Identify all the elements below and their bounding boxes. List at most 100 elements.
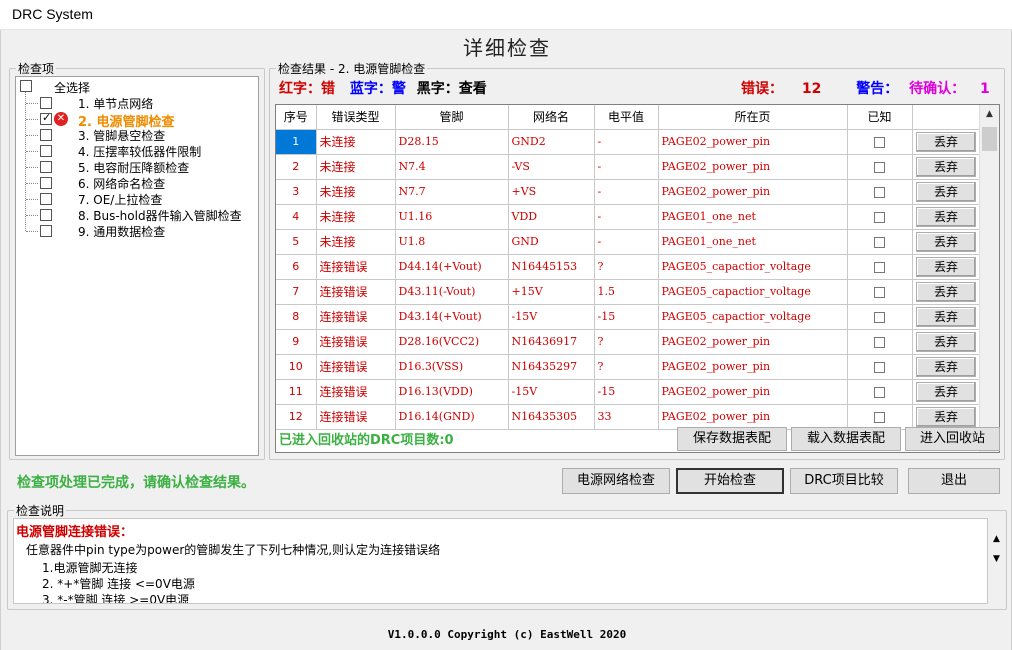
column-header[interactable]: 序号 [276,105,317,130]
check-item-label: 9. 通用数据检查 [78,225,166,239]
table-row[interactable]: 5 未连接 U1.8 GND - PAGE01_one_net 丢弃 [276,229,981,255]
known-checkbox[interactable] [874,311,885,323]
column-header[interactable]: 电平值 [594,105,659,130]
warnings-label: 警告： [856,81,899,97]
table-scrollbar[interactable]: ▲ ▼ [979,105,999,452]
check-item-checkbox[interactable] [40,161,52,173]
discard-button[interactable]: 丢弃 [916,131,976,152]
cell-page: PAGE05_capactior_voltage [658,304,848,330]
known-checkbox[interactable] [874,336,885,348]
description-text[interactable]: 电源管脚连接错误： 任意器件中pin type为power的管脚发生了下列七种情… [13,518,988,604]
cell-no: 9 [276,329,317,355]
cell-page: PAGE02_power_pin [658,329,848,355]
column-header[interactable]: 网络名 [508,105,595,130]
table-row[interactable]: 11 连接错误 D16.13(VDD) -15V -15 PAGE02_power_pin… [276,379,981,405]
cell-page: PAGE01_one_net [658,229,848,255]
pending-label: 待确认： [909,81,966,97]
check-item-checkbox[interactable] [40,209,52,221]
cell-known [847,304,913,330]
known-checkbox[interactable] [874,386,885,398]
table-row[interactable]: 7 连接错误 D43.11(-Vout) +15V 1.5 PAGE05_capactio… [276,279,981,305]
known-checkbox[interactable] [874,286,885,298]
check-item-checkbox[interactable] [40,129,52,141]
table-row[interactable]: 4 未连接 U1.16 VDD - PAGE01_one_net 丢弃 [276,204,981,230]
discard-button[interactable]: 丢弃 [916,206,976,227]
title-bar: DRC System [0,0,1012,30]
cell-pin: D16.13(VDD) [395,379,509,405]
cell-type: 连接错误 [316,329,396,355]
known-checkbox[interactable] [874,136,885,148]
cell-type: 未连接 [316,204,396,230]
known-checkbox[interactable] [874,361,885,373]
cell-action: 丢弃 [912,229,981,255]
discard-button[interactable]: 丢弃 [916,231,976,252]
description-line: 2. *+*管脚 连接 <=0V电源 [42,577,195,591]
cell-pin: U1.16 [395,204,509,230]
discard-button[interactable]: 丢弃 [916,156,976,177]
check-item-checkbox[interactable] [40,225,52,237]
column-header[interactable]: 错误类型 [316,105,396,130]
discard-button[interactable]: 丢弃 [916,256,976,277]
discard-button[interactable]: 丢弃 [916,181,976,202]
check-item-checkbox[interactable] [40,145,52,157]
known-checkbox[interactable] [874,236,885,248]
table-row[interactable]: 6 连接错误 D44.14(+Vout) N16445153? PAGE05_capac… [276,254,981,280]
cell-known [847,254,913,280]
cell-level: - [594,229,659,255]
save-table-button[interactable]: 保存数据表配 [677,427,787,451]
known-checkbox[interactable] [874,261,885,273]
cell-known [847,229,913,255]
column-header[interactable] [912,105,981,130]
known-checkbox[interactable] [874,186,885,198]
column-header[interactable]: 所在页 [658,105,848,130]
legend-blue: 蓝字：警 [349,81,406,97]
cell-page: PAGE02_power_pin [658,379,848,405]
scroll-thumb[interactable] [982,127,997,151]
status-message: 检查项处理已完成，请确认检查结果。 [17,475,255,491]
table-row[interactable]: 10 连接错误 D16.3(VSS) N16435297? PAGE02_power_p… [276,354,981,380]
power-net-check-button[interactable]: 电源网络检查 [562,468,670,494]
table-row[interactable]: 2 未连接 N7.4 -VS - PAGE02_power_pin 丢弃 [276,154,981,180]
column-header[interactable]: 已知 [847,105,913,130]
check-item-checkbox[interactable] [40,177,52,189]
scroll-up-icon[interactable]: ▲ [980,105,999,123]
check-item-checkbox[interactable] [40,97,52,109]
legend-red: 红字：错 [279,81,335,97]
discard-button[interactable]: 丢弃 [916,356,976,377]
select-all-checkbox[interactable] [20,80,32,92]
discard-button[interactable]: 丢弃 [916,331,976,352]
discard-button[interactable]: 丢弃 [916,281,976,302]
errors-label: 错误： [741,81,783,97]
check-item-label: 8. Bus-hold器件输入管脚检查 [78,209,242,223]
table-row[interactable]: 9 连接错误 D28.16(VCC2) N16436917? PAGE02_power_… [276,329,981,355]
desc-scroll-down-icon[interactable]: ▼ [988,554,1005,564]
drc-compare-button[interactable]: DRC项目比较 [790,468,898,494]
check-item-checkbox[interactable] [40,111,52,125]
desc-scroll-up-icon[interactable]: ▲ [988,534,1005,544]
exit-button[interactable]: 退出 [908,468,1000,494]
discard-button[interactable]: 丢弃 [916,381,976,402]
cell-net: +15V [508,279,595,305]
cell-known [847,179,913,205]
table-row[interactable]: 8 连接错误 D43.14(+Vout) -15V -15 PAGE05_capactio… [276,304,981,330]
cell-level: 33 [594,404,659,430]
cell-type: 未连接 [316,229,396,255]
load-table-button[interactable]: 载入数据表配 [791,427,901,451]
known-checkbox[interactable] [874,161,885,173]
known-checkbox[interactable] [874,411,885,423]
table-row[interactable]: 3 未连接 N7.7 +VS - PAGE02_power_pin 丢弃 [276,179,981,205]
known-checkbox[interactable] [874,211,885,223]
cell-no: 10 [276,354,317,380]
discard-button[interactable]: 丢弃 [916,406,976,427]
start-check-button[interactable]: 开始检查 [676,468,784,494]
recycle-bin-button[interactable]: 进入回收站 [905,427,1000,451]
page-title: 详细检查 [463,36,551,60]
cell-action: 丢弃 [912,179,981,205]
description-legend: 检查说明 [16,504,65,518]
description-scrollbar[interactable]: ▲ ▼ [988,518,1005,604]
column-header[interactable]: 管脚 [395,105,509,130]
table-row[interactable]: 12 连接错误 D16.14(GND) N16435305 33 PAGE02_power… [276,404,981,430]
table-row[interactable]: 1 未连接 D28.15 GND2- PAGE02_power_pin 丢弃 [276,129,981,155]
discard-button[interactable]: 丢弃 [916,306,976,327]
check-item-checkbox[interactable] [40,193,52,205]
